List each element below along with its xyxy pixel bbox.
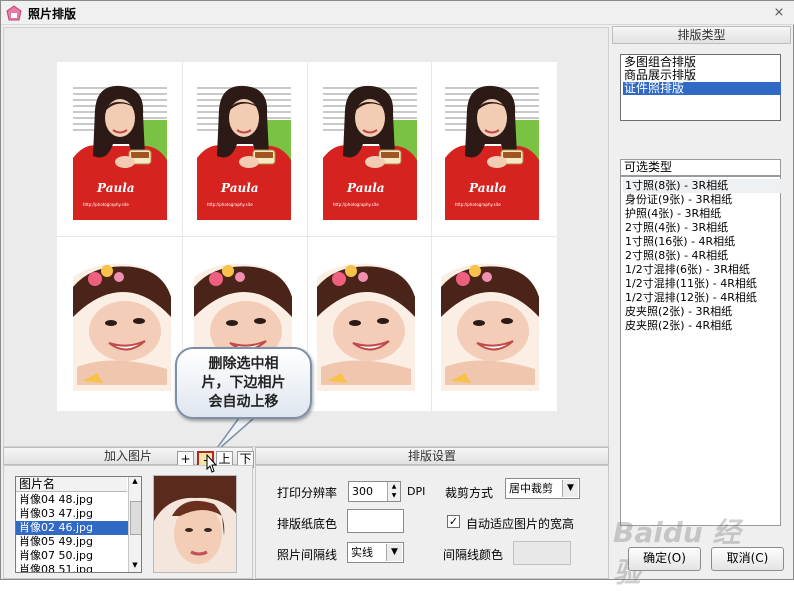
- photo-name-label: Paula: [220, 181, 259, 195]
- line-color-swatch[interactable]: [513, 541, 571, 565]
- photo-caption: http://photography.site: [207, 202, 253, 207]
- available-types-list[interactable]: 1寸照(8张) - 3R相纸 身份证(9张) - 3R相纸 护照(4张) - 3R相…: [620, 176, 782, 526]
- crop-mode-label: 裁剪方式: [445, 486, 494, 500]
- file-list-item[interactable]: 肖像05 49.jpg: [16, 535, 130, 549]
- portrait-photo: Paula http://photography.site: [323, 80, 417, 220]
- file-list-item[interactable]: 肖像08 51.jpg: [16, 563, 130, 572]
- resolution-unit: DPI: [407, 485, 426, 498]
- file-list-scrollbar[interactable]: ▲ ▼: [128, 477, 141, 572]
- paper-color-swatch[interactable]: [347, 509, 404, 533]
- photo-name-label: Paula: [468, 181, 507, 195]
- resolution-label: 打印分辨率: [277, 486, 338, 500]
- available-type-item[interactable]: 皮夹照(2张) - 3R相纸: [623, 305, 782, 319]
- selected-photo-preview: [153, 475, 237, 573]
- photo-name-label: Paula: [96, 181, 135, 195]
- scroll-thumb[interactable]: [130, 501, 141, 535]
- available-type-item[interactable]: 1寸照(8张) - 3R相纸: [623, 179, 782, 193]
- chevron-down-icon[interactable]: ▼: [562, 480, 578, 497]
- grid-divider: [57, 236, 557, 237]
- layout-type-title: 排版类型: [612, 26, 791, 44]
- available-type-item[interactable]: 1/2寸混排(11张) - 4R相纸: [623, 277, 782, 291]
- resolution-spinbox[interactable]: 300 ▲ ▼: [348, 481, 401, 502]
- available-type-item[interactable]: 皮夹照(2张) - 4R相纸: [623, 319, 782, 333]
- paper-color-label: 排版纸底色: [277, 517, 338, 531]
- scroll-up-icon[interactable]: ▲: [130, 477, 140, 487]
- spacing-line-label: 照片间隔线: [277, 548, 338, 562]
- layout-settings-section-title: 排版设置: [255, 447, 609, 465]
- file-list-item[interactable]: 肖像07 50.jpg: [16, 549, 130, 563]
- file-list-header[interactable]: 图片名: [16, 477, 127, 492]
- spin-arrows-icon[interactable]: ▲ ▼: [387, 482, 400, 501]
- photo-caption: http://photography.site: [83, 202, 129, 207]
- photo-caption: http://photography.site: [455, 202, 501, 207]
- callout-line: 会自动上移: [208, 394, 279, 410]
- close-icon[interactable]: ⨯: [771, 5, 787, 21]
- window-title: 照片排版: [28, 7, 77, 21]
- crop-mode-value: 居中裁剪: [509, 482, 553, 495]
- smiling-face-photo: [317, 257, 415, 391]
- photo-layout-window: 照片排版 ⨯ Paula http://photography.site Paula…: [0, 0, 794, 589]
- mouse-cursor-icon: [206, 454, 218, 473]
- portrait-photo: Paula http://photography.site: [197, 80, 291, 220]
- chevron-down-icon[interactable]: ▼: [386, 544, 402, 561]
- image-file-list[interactable]: 图片名 肖像04 48.jpg 肖像03 47.jpg 肖像02 46.jpg 肖像0…: [15, 476, 142, 573]
- auto-fit-checkbox[interactable]: ✓: [447, 515, 460, 528]
- cancel-button[interactable]: 取消(C): [711, 547, 784, 571]
- available-type-item[interactable]: 身份证(9张) - 3R相纸: [623, 193, 782, 207]
- spacing-line-value: 实线: [351, 546, 373, 559]
- available-type-item[interactable]: 2寸照(8张) - 4R相纸: [623, 249, 782, 263]
- ok-button[interactable]: 确定(O): [628, 547, 701, 571]
- smiling-face-photo: [73, 257, 171, 391]
- callout-line: 删除选中相: [208, 356, 279, 372]
- auto-fit-label: 自动适应图片的宽高: [466, 517, 575, 531]
- crop-mode-select[interactable]: 居中裁剪 ▼: [505, 478, 580, 499]
- available-type-item[interactable]: 2寸照(4张) - 3R相纸: [623, 221, 782, 235]
- portrait-photo: Paula http://photography.site: [73, 80, 167, 220]
- title-bar: 照片排版 ⨯: [1, 1, 794, 25]
- layout-type-panel: 排版类型 多图组合排版 商品展示排版 证件照排版 可选类型 1寸照(8张) - 3R…: [612, 26, 791, 528]
- available-types-header: 可选类型: [620, 159, 781, 176]
- available-type-item[interactable]: 护照(4张) - 3R相纸: [623, 207, 782, 221]
- smiling-face-photo: [441, 257, 539, 391]
- scroll-down-icon[interactable]: ▼: [130, 561, 140, 571]
- callout-line: 片，下边相片: [201, 375, 286, 391]
- line-color-label: 间隔线颜色: [443, 548, 504, 562]
- watermark-logo: Baidu 经验: [613, 516, 741, 589]
- app-icon: [6, 5, 22, 21]
- file-list-item[interactable]: 肖像02 46.jpg: [16, 521, 130, 535]
- annotation-callout: 删除选中相 片，下边相片 会自动上移: [175, 347, 312, 419]
- resolution-value: 300: [352, 485, 373, 498]
- photo-name-label: Paula: [346, 181, 385, 195]
- portrait-photo: Paula http://photography.site: [445, 80, 539, 220]
- section-title-text: 加入图片: [104, 449, 153, 463]
- available-type-item[interactable]: 1/2寸混排(12张) - 4R相纸: [623, 291, 782, 305]
- available-type-item[interactable]: 1寸照(16张) - 4R相纸: [623, 235, 782, 249]
- photo-caption: http://photography.site: [333, 202, 379, 207]
- spacing-line-select[interactable]: 实线 ▼: [347, 542, 404, 563]
- file-list-item[interactable]: 肖像03 47.jpg: [16, 507, 130, 521]
- layout-type-item[interactable]: 证件照排版: [623, 82, 781, 95]
- layout-type-list[interactable]: 多图组合排版 商品展示排版 证件照排版: [620, 54, 781, 121]
- available-type-item[interactable]: 1/2寸混排(6张) - 3R相纸: [623, 263, 782, 277]
- file-list-item[interactable]: 肖像04 48.jpg: [16, 493, 130, 507]
